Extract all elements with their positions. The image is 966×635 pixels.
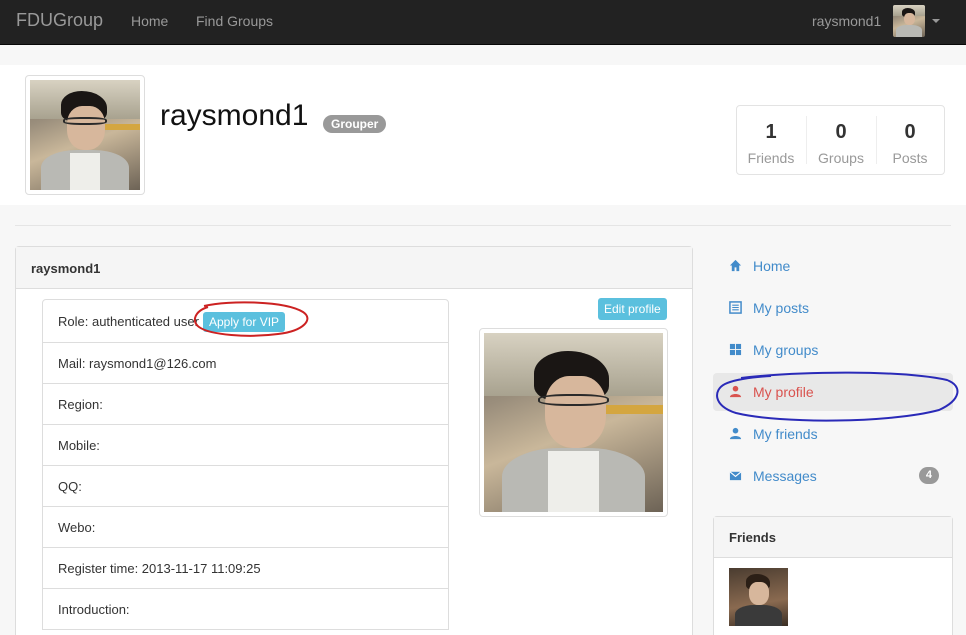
sidebar-item-my-posts[interactable]: My posts bbox=[713, 289, 953, 327]
list-item: QQ: bbox=[42, 466, 449, 507]
blue-annotation-ellipse bbox=[716, 371, 959, 422]
introduction-text: Introduction: bbox=[58, 602, 130, 617]
nav-username[interactable]: raysmond1 bbox=[812, 13, 881, 29]
sidebar-item-home[interactable]: Home bbox=[713, 247, 953, 285]
stat-groups-value: 0 bbox=[835, 121, 847, 143]
stat-posts-label: Posts bbox=[892, 150, 928, 166]
nav-find-groups-link[interactable]: Find Groups bbox=[196, 13, 273, 29]
nav-avatar[interactable] bbox=[893, 5, 925, 37]
home-icon bbox=[729, 259, 742, 272]
sidebar-item-label: Home bbox=[753, 258, 791, 274]
top-navbar: FDUGroup Home Find Groups raysmond1 bbox=[0, 0, 966, 45]
user-icon bbox=[729, 427, 742, 440]
role-badge: Grouper bbox=[323, 115, 387, 133]
brand-logo[interactable]: FDUGroup bbox=[16, 10, 103, 31]
sidebar-item-label: My posts bbox=[753, 300, 810, 316]
edit-profile-button[interactable]: Edit profile bbox=[598, 298, 667, 320]
profile-username: raysmond1 bbox=[160, 99, 309, 132]
sidebar-item-my-groups[interactable]: My groups bbox=[713, 331, 953, 369]
stat-groups[interactable]: 0 Groups bbox=[807, 114, 875, 166]
stat-posts[interactable]: 0 Posts bbox=[876, 114, 944, 166]
sidebar-item-label: Messages bbox=[753, 468, 817, 484]
panel-title: raysmond1 bbox=[31, 261, 101, 276]
nav-home-link[interactable]: Home bbox=[131, 13, 168, 29]
mail-text: Mail: raysmond1@126.com bbox=[58, 356, 217, 371]
register-time-text: Register time: 2013-11-17 11:09:25 bbox=[58, 561, 261, 576]
list-item: Mail: raysmond1@126.com bbox=[42, 343, 449, 384]
mobile-text: Mobile: bbox=[58, 438, 100, 453]
panel-header: raysmond1 bbox=[16, 247, 692, 289]
friend-avatar[interactable] bbox=[729, 568, 788, 626]
stat-friends-value: 1 bbox=[765, 121, 777, 143]
list-item: Register time: 2013-11-17 11:09:25 bbox=[42, 548, 449, 589]
profile-photo bbox=[479, 328, 668, 517]
friends-panel: Friends bbox=[713, 516, 953, 635]
stat-posts-value: 0 bbox=[904, 121, 916, 143]
profile-panel: raysmond1 Edit profile Role: authenticat… bbox=[15, 246, 693, 635]
role-text: Role: authenticated user bbox=[58, 314, 199, 329]
sidebar-item-messages[interactable]: Messages 4 bbox=[713, 457, 953, 495]
sidebar-item-label: My groups bbox=[753, 342, 819, 358]
chevron-down-icon[interactable] bbox=[932, 19, 940, 23]
stat-groups-label: Groups bbox=[818, 150, 864, 166]
qq-text: QQ: bbox=[58, 479, 82, 494]
list-item: Region: bbox=[42, 384, 449, 425]
sidebar-item-label: My friends bbox=[753, 426, 818, 442]
friends-panel-title: Friends bbox=[714, 517, 952, 558]
profile-header: raysmond1 Grouper 1 Friends 0 Groups 0 P… bbox=[0, 65, 966, 205]
list-item: Mobile: bbox=[42, 425, 449, 466]
profile-info-list: Role: authenticated user Apply for VIP M… bbox=[42, 299, 449, 630]
messages-count-badge: 4 bbox=[918, 467, 939, 484]
section-divider bbox=[15, 225, 951, 226]
red-annotation-ellipse bbox=[193, 301, 309, 337]
list-icon bbox=[729, 301, 742, 314]
webo-text: Webo: bbox=[58, 520, 96, 535]
region-text: Region: bbox=[58, 397, 103, 412]
profile-stats: 1 Friends 0 Groups 0 Posts bbox=[736, 105, 945, 175]
list-item: Introduction: bbox=[42, 589, 449, 630]
stat-friends[interactable]: 1 Friends bbox=[737, 114, 805, 166]
stat-friends-label: Friends bbox=[747, 150, 795, 166]
envelope-icon bbox=[729, 471, 742, 481]
profile-avatar bbox=[25, 75, 145, 195]
list-item: Webo: bbox=[42, 507, 449, 548]
grid-icon bbox=[729, 343, 742, 356]
